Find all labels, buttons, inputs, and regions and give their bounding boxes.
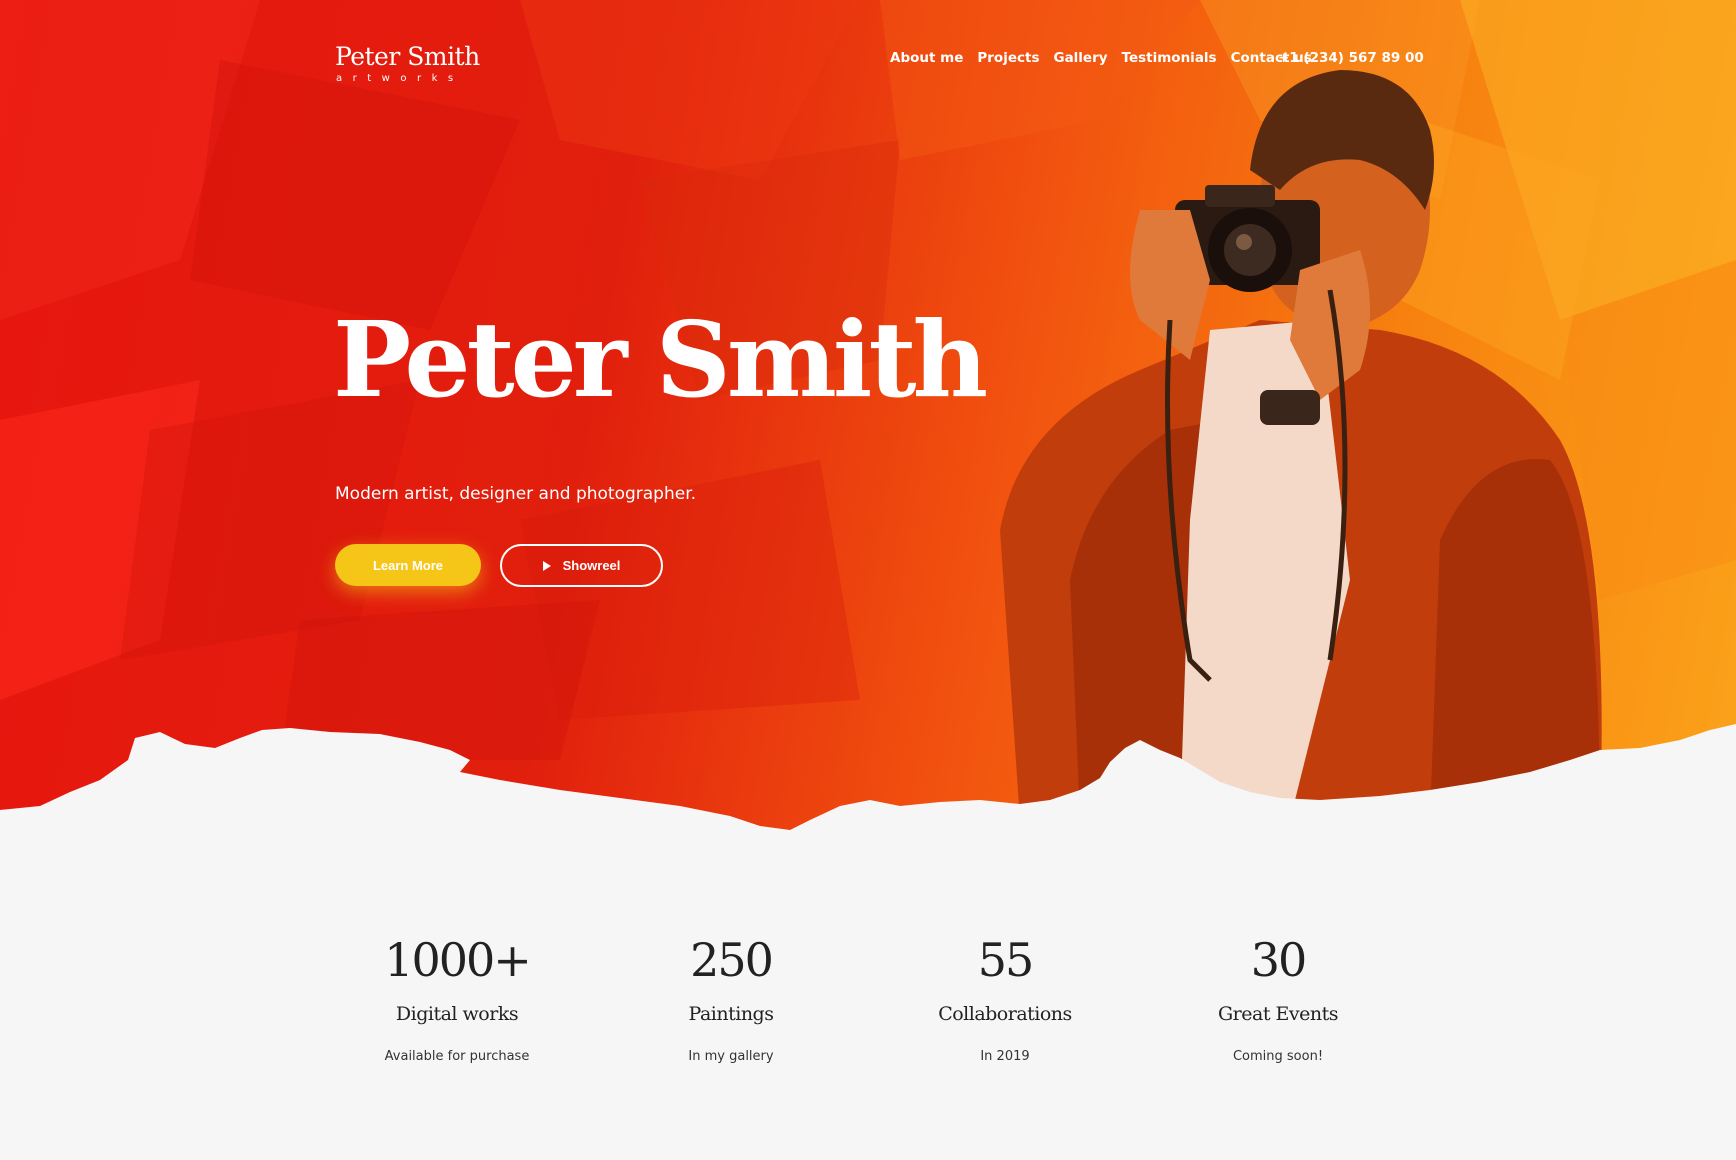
nav-gallery[interactable]: Gallery — [1053, 48, 1107, 68]
stat-title: Great Events — [1218, 1003, 1338, 1025]
stat-number: 1000+ — [384, 933, 532, 987]
main-nav: About me Projects Gallery Testimonials C… — [890, 48, 1312, 68]
stat-title: Paintings — [688, 1003, 774, 1025]
stat-description: In 2019 — [980, 1049, 1030, 1064]
stat-number: 30 — [1250, 933, 1308, 987]
stat-title: Collaborations — [938, 1003, 1072, 1025]
nav-about-me[interactable]: About me — [890, 48, 963, 68]
stat-title: Digital works — [395, 1003, 519, 1025]
learn-more-label: Learn More — [372, 557, 444, 573]
play-icon — [542, 560, 551, 571]
nav-projects[interactable]: Projects — [977, 48, 1039, 68]
stat-number: 55 — [977, 933, 1035, 987]
hero-subtitle: Modern artist, designer and photographer… — [335, 484, 697, 504]
stat-item: 30 Great Events Coming soon! — [1158, 930, 1398, 1067]
nav-testimonials[interactable]: Testimonials — [1122, 48, 1217, 68]
stat-item: 250 Paintings In my gallery — [611, 930, 851, 1067]
learn-more-button[interactable]: Learn More — [335, 544, 481, 586]
stat-item: 55 Collaborations In 2019 — [885, 930, 1125, 1067]
hero-title: Peter Smith — [333, 298, 988, 421]
stat-description: Coming soon! — [1232, 1049, 1324, 1064]
stat-item: 1000+ Digital works Available for purcha… — [337, 930, 577, 1067]
phone-number[interactable]: +1 (234) 567 89 00 — [1278, 48, 1424, 68]
torn-paper-divider — [0, 724, 1736, 880]
brand-name: Peter Smith — [335, 42, 480, 71]
brand-logo[interactable]: Peter Smith artworks — [335, 42, 480, 86]
stat-number: 250 — [690, 933, 774, 987]
showreel-button[interactable]: Showreel — [500, 544, 663, 587]
photographer-with-camera-icon — [1000, 70, 1602, 820]
brand-tagline: artworks — [336, 73, 464, 84]
stat-description: Available for purchase — [384, 1049, 530, 1064]
showreel-label: Showreel — [562, 558, 621, 573]
hero-section: Peter Smith artworks About me Projects G… — [0, 0, 1736, 880]
stat-description: In my gallery — [688, 1049, 774, 1064]
